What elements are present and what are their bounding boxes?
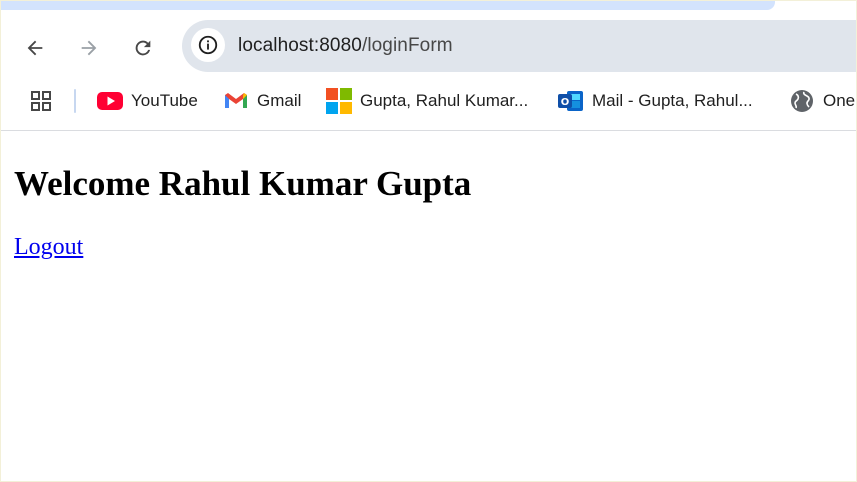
bookmark-label: Mail - Gupta, Rahul... bbox=[592, 91, 753, 110]
address-bar[interactable]: localhost:8080/loginForm bbox=[182, 20, 856, 72]
bookmark-microsoft[interactable]: Gupta, Rahul Kumar... bbox=[326, 87, 528, 115]
page-content: Welcome Rahul Kumar Gupta Logout bbox=[1, 132, 856, 481]
tab-strip bbox=[1, 1, 856, 11]
gmail-icon bbox=[223, 88, 249, 114]
logout-link[interactable]: Logout bbox=[14, 234, 83, 261]
bookmark-outlook[interactable]: O Mail - Gupta, Rahul... bbox=[558, 87, 753, 115]
browser-window: localhost:8080/loginForm YouTube Gmail G… bbox=[0, 0, 857, 482]
apps-grid-icon[interactable] bbox=[29, 89, 53, 113]
bookmark-label: Gupta, Rahul Kumar... bbox=[360, 91, 529, 110]
back-button[interactable] bbox=[17, 30, 53, 66]
url-text[interactable]: localhost:8080/loginForm bbox=[238, 35, 453, 57]
globe-icon bbox=[789, 88, 815, 114]
bookmarks-separator bbox=[74, 89, 76, 113]
bookmarks-bar: YouTube Gmail Gupta, Rahul Kumar... O Ma… bbox=[1, 81, 856, 131]
bookmark-gmail[interactable]: Gmail bbox=[223, 87, 301, 115]
bookmark-label: Gmail bbox=[257, 91, 302, 110]
reload-icon bbox=[135, 40, 151, 56]
reload-button[interactable] bbox=[125, 30, 161, 66]
bookmark-youtube[interactable]: YouTube bbox=[97, 87, 198, 115]
back-arrow-icon bbox=[27, 40, 43, 56]
active-tab-edge[interactable] bbox=[1, 1, 775, 10]
bookmark-label: One bbox=[823, 91, 856, 110]
microsoft-icon bbox=[326, 88, 352, 114]
forward-arrow-icon bbox=[81, 40, 97, 56]
outlook-icon: O bbox=[558, 88, 584, 114]
info-icon bbox=[198, 35, 218, 55]
url-path: /loginForm bbox=[361, 35, 453, 56]
welcome-heading: Welcome Rahul Kumar Gupta bbox=[14, 164, 472, 203]
svg-text:O: O bbox=[561, 97, 570, 108]
url-host: localhost:8080 bbox=[238, 35, 362, 56]
site-info-button[interactable] bbox=[191, 28, 225, 62]
forward-button[interactable] bbox=[71, 30, 107, 66]
browser-toolbar: localhost:8080/loginForm bbox=[1, 11, 856, 81]
youtube-icon bbox=[97, 88, 123, 114]
bookmark-label: YouTube bbox=[131, 91, 198, 110]
bookmark-one[interactable]: One bbox=[789, 87, 855, 115]
